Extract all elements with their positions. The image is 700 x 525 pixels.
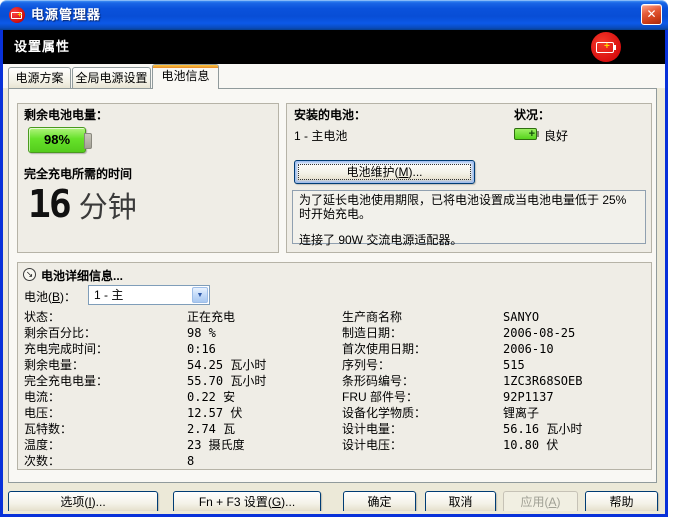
plus-glyph: +: [604, 41, 610, 53]
time-value: 16: [28, 182, 70, 226]
battery-nub: [614, 45, 616, 50]
apply-button: 应用(A): [503, 491, 578, 511]
notice-paragraph: 连接了 90W 交流电源适配器。: [299, 233, 639, 247]
detail-row: 电压：12.57 伏: [24, 405, 334, 421]
close-button[interactable]: ✕: [641, 4, 662, 25]
time-unit: 分钟: [79, 192, 137, 224]
details-section-title: 电池详细信息...: [41, 267, 123, 284]
detail-row: 剩余百分比：98 %: [24, 325, 334, 341]
detail-row: 设备化学物质：锂离子: [342, 405, 642, 421]
condition-label: 状况：: [514, 106, 550, 123]
fn-f3-settings-button[interactable]: Fn + F3 设置(G)...: [173, 491, 321, 511]
condition-value: 良好: [544, 127, 568, 144]
window-body: 设置属性 + 电源方案 全局电源设置 电池信息 剩余电池电量： 98% 完全充电…: [0, 30, 668, 517]
installed-batteries-label: 安装的电池：: [294, 106, 366, 123]
arrow-glyph: ↘: [24, 269, 35, 280]
power-manager-window: + 电源管理器 ✕ 设置属性 + 电源方案 全局电源设置 电池信息 剩: [0, 0, 668, 517]
details-right-column: 生产商名称SANYO 制造日期：2006-08-25 首次使用日期：2006-1…: [342, 309, 642, 453]
plus-glyph: +: [529, 127, 535, 141]
app-battery-icon: +: [9, 7, 25, 23]
detail-row: 瓦特数：2.74 瓦: [24, 421, 334, 437]
battery-select-dropdown[interactable]: 1 - 主 ▼: [88, 285, 210, 305]
tab-global-power-settings[interactable]: 全局电源设置: [72, 67, 151, 88]
detail-row: FRU 部件号：92P1137: [342, 389, 642, 405]
battery-nub: [84, 133, 92, 149]
details-left-column: 状态：正在充电 剩余百分比：98 % 充电完成时间：0:16 剩余电量：54.2…: [24, 309, 334, 469]
options-button[interactable]: 选项(I)...: [8, 491, 158, 511]
charge-threshold-notice: 为了延长电池使用期限，已将电池设置成当电池电量低于 25% 时开始充电。 连接了…: [292, 190, 646, 244]
close-icon: ✕: [646, 7, 656, 21]
detail-row: 设计电量：56.16 瓦小时: [342, 421, 642, 437]
detail-row: 条形码编号：1ZC3R68SOEB: [342, 373, 642, 389]
battery-maintenance-button[interactable]: 电池维护(M)...: [294, 160, 475, 184]
detail-row: 完全充电电量：55.70 瓦小时: [24, 373, 334, 389]
notice-paragraph: 为了延长电池使用期限，已将电池设置成当电池电量低于 25% 时开始充电。: [299, 193, 639, 221]
installed-battery-value: 1 - 主电池: [294, 127, 347, 144]
condition-battery-icon: +: [514, 128, 537, 140]
remaining-charge-label: 剩余电池电量：: [24, 106, 108, 123]
detail-row: 生产商名称SANYO: [342, 309, 642, 325]
full-charge-time: 16 分钟: [28, 182, 137, 226]
detail-row: 状态：正在充电: [24, 309, 334, 325]
detail-row: 次数：8: [24, 453, 334, 469]
battery-nub: [537, 131, 539, 137]
cancel-button[interactable]: 取消: [425, 491, 496, 511]
tab-battery-info[interactable]: 电池信息: [152, 64, 219, 89]
chevron-down-icon: ▼: [193, 288, 207, 303]
battery-level-indicator: 98%: [28, 127, 86, 153]
detail-row: 温度：23 摄氏度: [24, 437, 334, 453]
window-title: 电源管理器: [31, 0, 101, 29]
detail-row: 设计电压：10.80 伏: [342, 437, 642, 453]
selected-battery: 1 - 主: [94, 286, 123, 304]
detail-row: 制造日期：2006-08-25: [342, 325, 642, 341]
page-title: 设置属性: [14, 30, 70, 64]
help-button[interactable]: 帮助: [585, 491, 658, 511]
focus-ring: [298, 164, 471, 180]
tab-power-scheme[interactable]: 电源方案: [8, 67, 71, 88]
battery-percent: 98%: [44, 132, 70, 147]
titlebar[interactable]: + 电源管理器 ✕: [0, 0, 668, 30]
detail-row: 首次使用日期：2006-10: [342, 341, 642, 357]
detail-row: 剩余电量：54.25 瓦小时: [24, 357, 334, 373]
dropdown-button[interactable]: ▼: [192, 287, 208, 303]
detail-row: 电流：0.22 安: [24, 389, 334, 405]
detail-row: 序列号：515: [342, 357, 642, 373]
full-charge-time-label: 完全充电所需的时间: [24, 165, 132, 182]
detail-row: 充电完成时间：0:16: [24, 341, 334, 357]
ok-button[interactable]: 确定: [343, 491, 416, 511]
page-header-band: 设置属性 +: [3, 30, 665, 64]
plus-glyph: +: [17, 10, 22, 20]
battery-logo-icon: +: [591, 32, 621, 62]
expander-icon[interactable]: ↘: [23, 268, 36, 281]
battery-select-label: 电池(B)：: [24, 288, 76, 305]
